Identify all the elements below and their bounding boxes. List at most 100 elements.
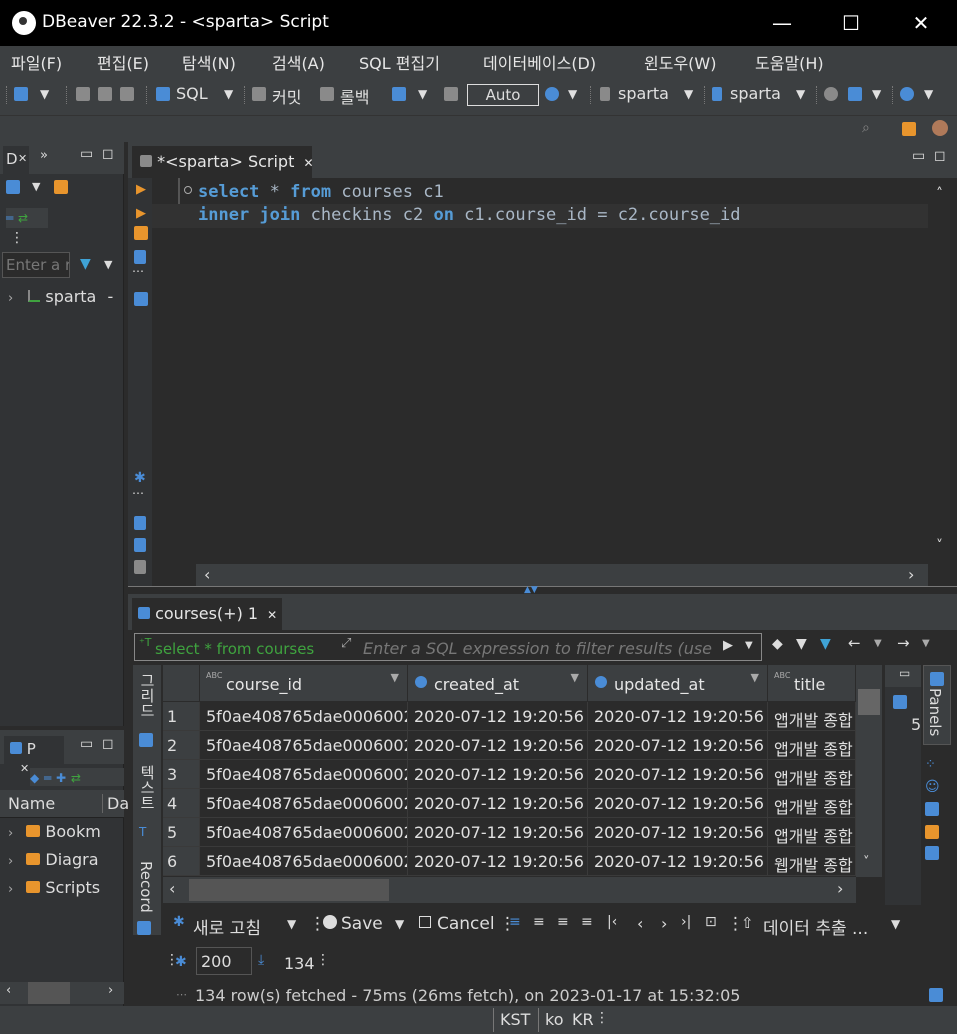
panels-toggle-icon[interactable] bbox=[137, 921, 151, 935]
cell-updated-at[interactable]: 2020-07-12 19:20:56 bbox=[588, 789, 768, 818]
table-row[interactable]: 4 5f0ae408765dae0006002 2020-07-12 19:20… bbox=[163, 789, 856, 818]
maximize-panel-icon[interactable]: ◻ bbox=[102, 146, 114, 162]
collapse-all-icon[interactable]: ═ bbox=[6, 211, 13, 225]
grid-view-tab[interactable]: 그리드 bbox=[137, 673, 158, 718]
cancel-icon[interactable] bbox=[419, 916, 431, 928]
scroll-left-icon[interactable]: ‹ bbox=[6, 983, 11, 998]
terminal-icon[interactable] bbox=[134, 292, 148, 306]
table-row[interactable]: 6 5f0ae408765dae0006002 2020-07-12 19:20… bbox=[163, 847, 856, 876]
menu-file[interactable]: 파일(F) bbox=[11, 50, 62, 74]
cell-course-id[interactable]: 5f0ae408765dae0006002 bbox=[200, 702, 408, 731]
sql-dropdown-icon[interactable]: ▼ bbox=[224, 87, 233, 101]
link-icon[interactable]: ⇄ bbox=[71, 771, 81, 785]
cell-course-id[interactable]: 5f0ae408765dae0006002 bbox=[200, 731, 408, 760]
close-window-button[interactable]: ✕ bbox=[906, 9, 936, 37]
panel-references-icon[interactable]: ☺ bbox=[925, 779, 940, 795]
forward-dropdown-icon[interactable]: ▼ bbox=[922, 638, 930, 649]
scroll-left-icon[interactable]: ‹ bbox=[204, 565, 210, 584]
sort-dropdown-icon[interactable]: ▼ bbox=[391, 671, 399, 684]
fetch-next-icon[interactable]: ⤓ bbox=[258, 952, 264, 968]
transaction-dropdown-icon[interactable]: ▼ bbox=[418, 87, 427, 101]
navigator-filter-input[interactable]: Enter a r bbox=[2, 252, 70, 278]
expand-chevron-icon[interactable]: › bbox=[8, 291, 13, 306]
export-data-icon[interactable]: ⇧ bbox=[741, 914, 754, 932]
scroll-down-icon[interactable]: ˅ bbox=[863, 855, 870, 870]
row-number[interactable]: 1 bbox=[163, 702, 200, 731]
table-row[interactable]: 3 5f0ae408765dae0006002 2020-07-12 19:20… bbox=[163, 760, 856, 789]
column-header-course-id[interactable]: ABC course_id ▼ bbox=[200, 665, 408, 701]
cell-title[interactable]: 앱개발 종합 bbox=[768, 702, 856, 731]
new-connection-icon[interactable] bbox=[14, 87, 28, 101]
sql-button[interactable]: SQL bbox=[176, 84, 208, 103]
sql-editor[interactable]: select * from courses c1 inner join chec… bbox=[152, 178, 928, 564]
panel-metadata-icon[interactable] bbox=[925, 846, 939, 860]
first-page-icon[interactable]: |‹ bbox=[607, 914, 617, 930]
row-number[interactable]: 3 bbox=[163, 760, 200, 789]
explain-plan-icon[interactable] bbox=[134, 250, 146, 264]
filter-dropdown-icon[interactable]: ▼ bbox=[104, 258, 112, 271]
minimize-panel-icon[interactable]: ▭ bbox=[899, 666, 910, 680]
panel-aggregate-icon[interactable] bbox=[925, 825, 939, 839]
refresh-icon[interactable]: ✱ bbox=[173, 914, 185, 930]
cell-created-at[interactable]: 2020-07-12 19:20:56 bbox=[408, 760, 588, 789]
disconnect-icon[interactable] bbox=[98, 87, 112, 101]
more-icon[interactable]: ⋮ bbox=[595, 1010, 609, 1026]
erd-dropdown-icon[interactable]: ▼ bbox=[872, 87, 881, 101]
cell-created-at[interactable]: 2020-07-12 19:20:56 bbox=[408, 789, 588, 818]
filter-icon[interactable]: ▼ bbox=[820, 636, 831, 652]
cell-updated-at[interactable]: 2020-07-12 19:20:56 bbox=[588, 847, 768, 876]
clear-filter-icon[interactable]: ◆ bbox=[772, 636, 783, 652]
cell-course-id[interactable]: 5f0ae408765dae0006002 bbox=[200, 760, 408, 789]
record-view-tab[interactable]: Record bbox=[137, 861, 155, 913]
maximize-editor-icon[interactable]: ◻ bbox=[934, 148, 946, 164]
rollback-button[interactable]: 롤백 bbox=[340, 84, 369, 108]
refresh-button[interactable]: 새로 고침 bbox=[193, 914, 261, 939]
more-tabs-icon[interactable]: » bbox=[40, 148, 48, 163]
add-row-icon[interactable]: ≡ bbox=[533, 914, 545, 930]
editor-hscrollbar[interactable]: ‹ › bbox=[196, 564, 928, 586]
close-tab-icon[interactable]: ✕ bbox=[303, 156, 313, 170]
row-number-header[interactable] bbox=[163, 665, 200, 701]
cell-course-id[interactable]: 5f0ae408765dae0006002 bbox=[200, 847, 408, 876]
row-number[interactable]: 6 bbox=[163, 847, 200, 876]
commit-icon[interactable] bbox=[252, 87, 266, 101]
scroll-right-icon[interactable]: › bbox=[908, 565, 914, 584]
export-icon[interactable] bbox=[134, 516, 146, 530]
cell-created-at[interactable]: 2020-07-12 19:20:56 bbox=[408, 847, 588, 876]
scroll-right-icon[interactable]: › bbox=[837, 879, 843, 898]
settings-gear-icon[interactable]: ✱ bbox=[134, 470, 146, 486]
quick-access-search-icon[interactable]: ⌕ bbox=[862, 120, 870, 136]
grid-vscrollbar[interactable]: ˅ bbox=[856, 665, 882, 877]
table-row[interactable]: 5 5f0ae408765dae0006002 2020-07-12 19:20… bbox=[163, 818, 856, 847]
panel-properties-icon[interactable]: ⁘ bbox=[925, 757, 936, 772]
rollback-icon[interactable] bbox=[320, 87, 334, 101]
results-tab[interactable]: courses(+) 1 ✕ bbox=[132, 598, 282, 630]
export-data-button[interactable]: 데이터 추출 ... bbox=[763, 914, 868, 939]
menu-edit[interactable]: 편집(E) bbox=[97, 50, 149, 74]
search-tool-icon[interactable] bbox=[900, 87, 914, 101]
project-item-scripts[interactable]: › Scripts bbox=[8, 878, 100, 897]
new-connection-dropdown-icon[interactable]: ▼ bbox=[40, 87, 49, 101]
cell-created-at[interactable]: 2020-07-12 19:20:56 bbox=[408, 731, 588, 760]
connect-icon[interactable] bbox=[76, 87, 90, 101]
column-header-created-at[interactable]: created_at ▼ bbox=[408, 665, 588, 701]
fetch-all-icon[interactable]: ⊡ bbox=[705, 914, 717, 930]
save-icon[interactable] bbox=[323, 915, 337, 929]
locale-country[interactable]: KR bbox=[572, 1010, 594, 1029]
save-script-icon[interactable] bbox=[134, 538, 146, 552]
execute-new-tab-icon[interactable]: ▶ bbox=[136, 206, 146, 221]
invalidate-icon[interactable] bbox=[120, 87, 134, 101]
filter-settings-icon[interactable]: ▼ bbox=[796, 636, 807, 652]
expand-chevron-icon[interactable]: › bbox=[8, 882, 13, 897]
projects-hscrollbar[interactable]: ‹ › bbox=[0, 982, 124, 1004]
active-schema-selector[interactable]: sparta bbox=[730, 84, 781, 103]
menu-sql-editor[interactable]: SQL 편집기 bbox=[359, 50, 440, 74]
apply-filter-icon[interactable]: ▶ bbox=[723, 638, 733, 653]
cell-title[interactable]: 앱개발 종합 bbox=[768, 731, 856, 760]
cell-title[interactable]: 앱개발 종합 bbox=[768, 818, 856, 847]
minimize-editor-icon[interactable]: ▭ bbox=[912, 148, 925, 164]
menu-database[interactable]: 데이터베이스(D) bbox=[483, 50, 596, 74]
expand-chevron-icon[interactable]: › bbox=[8, 854, 13, 869]
scroll-thumb[interactable] bbox=[189, 879, 389, 901]
locale-language[interactable]: ko bbox=[545, 1010, 563, 1029]
